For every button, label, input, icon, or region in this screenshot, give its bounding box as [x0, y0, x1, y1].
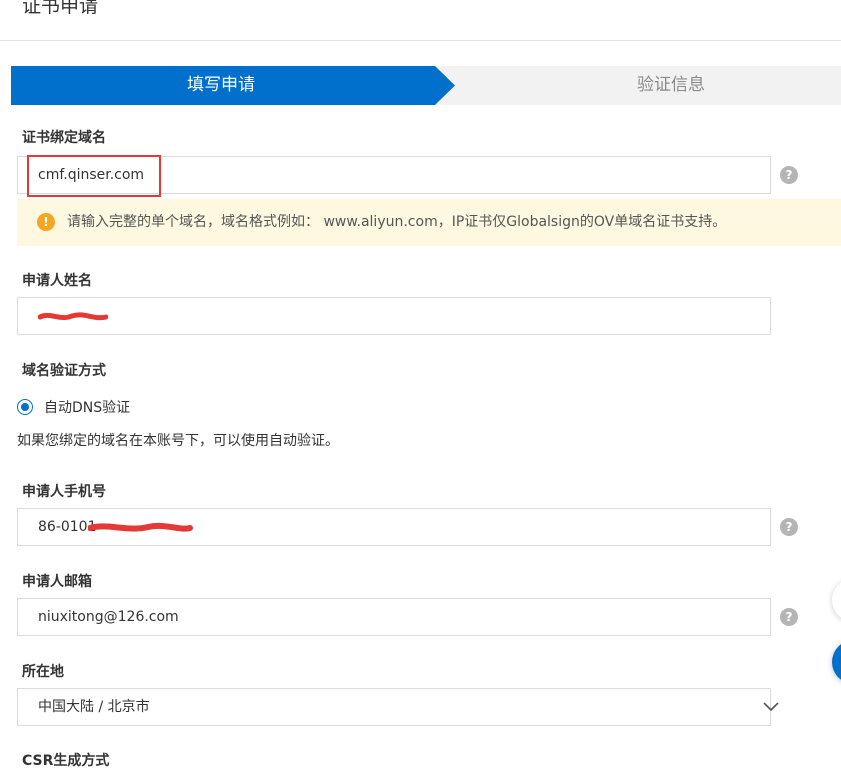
warning-icon: ! [37, 213, 55, 231]
domain-highlight-box [27, 155, 161, 197]
email-input[interactable]: niuxitong@126.com [17, 598, 771, 636]
auto-verify-hint: 如果您绑定的域名在本账号下，可以使用自动验证。 [17, 433, 339, 449]
page-title: 证书申请 [22, 0, 99, 17]
email-value: niuxitong@126.com [38, 609, 179, 625]
csr-label: CSR生成方式 [22, 753, 110, 769]
auto-dns-label[interactable]: 自动DNS验证 [44, 397, 130, 417]
location-label: 所在地 [22, 664, 64, 680]
auto-dns-radio[interactable] [17, 399, 33, 415]
title-divider [0, 40, 841, 41]
location-select[interactable]: 中国大陆 / 北京市 [17, 688, 779, 726]
phone-input[interactable]: 86-0101 [17, 508, 771, 546]
email-label: 申请人邮箱 [22, 574, 92, 590]
floating-help-button[interactable] [832, 578, 841, 622]
domain-notice-text: 请输入完整的单个域名，域名格式例如： www.aliyun.com，IP证书仅G… [67, 214, 727, 230]
phone-label: 申请人手机号 [22, 484, 106, 500]
question-icon[interactable]: ? [780, 518, 798, 536]
domain-label: 证书绑定域名 [22, 130, 106, 146]
chevron-down-icon [763, 702, 779, 712]
applicant-name-input[interactable] [17, 297, 771, 335]
name-redaction-mark [38, 312, 108, 321]
step-bar: 填写申请 验证信息 [11, 66, 841, 105]
phone-redaction-mark [88, 522, 193, 532]
floating-action-button[interactable] [832, 640, 841, 684]
applicant-name-label: 申请人姓名 [22, 273, 92, 289]
step-label-verify: 验证信息 [637, 75, 705, 95]
location-value: 中国大陆 / 北京市 [38, 699, 150, 715]
verify-method-label: 域名验证方式 [22, 363, 106, 379]
step-label-fill: 填写申请 [187, 75, 255, 95]
domain-notice: ! 请输入完整的单个域名，域名格式例如： www.aliyun.com，IP证书… [17, 199, 841, 246]
question-icon[interactable]: ? [780, 166, 798, 184]
question-icon[interactable]: ? [780, 608, 798, 626]
radio-selected-dot [21, 403, 29, 411]
